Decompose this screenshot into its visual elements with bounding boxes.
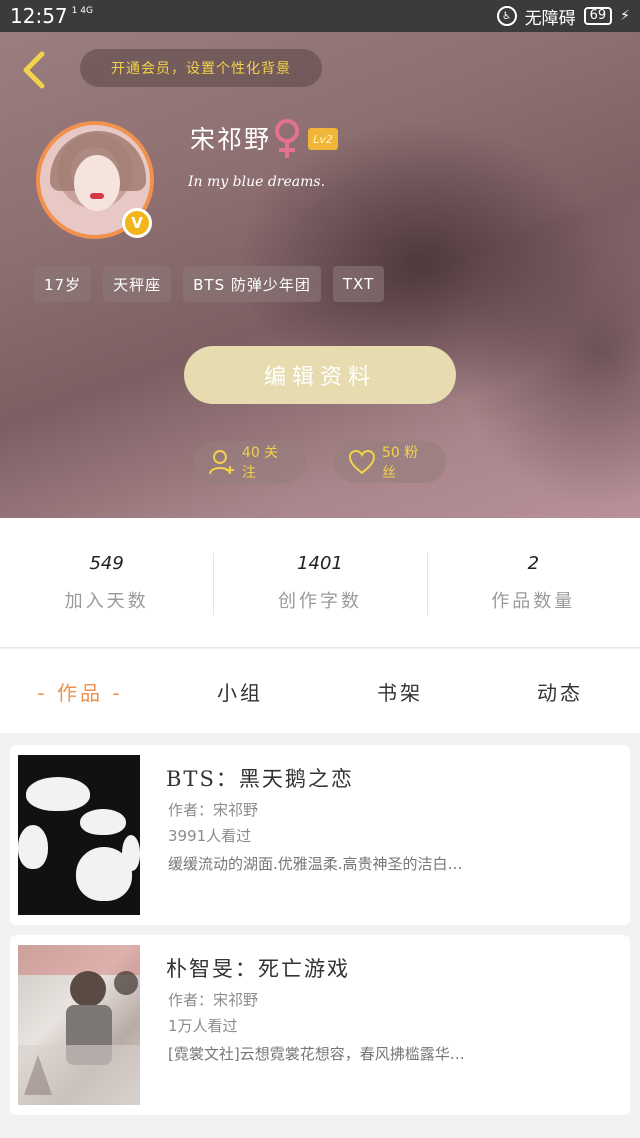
stat-value: 549 — [89, 552, 124, 574]
fans-button[interactable]: 50 粉丝 — [334, 441, 446, 483]
tag-bts: BTS 防弹少年团 — [183, 266, 321, 302]
work-title: 朴智旻：死亡游戏 — [166, 957, 350, 981]
status-right: ♿ 无障碍 69 ⚡ — [496, 4, 630, 29]
charging-icon: ⚡ — [620, 8, 630, 24]
tab-activity[interactable]: 动态 — [480, 677, 640, 706]
tag-txt: TXT — [332, 266, 385, 302]
tag-zodiac: 天秤座 — [103, 266, 172, 302]
back-button[interactable] — [16, 48, 52, 92]
stat-label: 加入天数 — [64, 590, 149, 612]
work-description: 缓缓流动的湖面.优雅温柔.高贵神圣的洁白… — [168, 855, 463, 873]
stat-label: 创作字数 — [277, 590, 362, 612]
status-time: 12:57 — [10, 4, 68, 28]
heart-icon — [348, 450, 375, 475]
bio: In my blue dreams. — [188, 174, 326, 190]
vip-banner-button[interactable]: 开通会员，设置个性化背景 — [80, 49, 322, 87]
verified-badge-icon: V — [122, 208, 152, 238]
work-card[interactable]: 朴智旻：死亡游戏 作者：宋祁野 1万人看过 [霓裳文社]云想霓裳花想容，春风拂槛… — [10, 935, 630, 1115]
work-views: 1万人看过 — [168, 1017, 238, 1035]
battery-icon: 69 — [583, 7, 613, 25]
avatar-lips — [90, 193, 104, 199]
work-cover-image — [18, 945, 140, 1105]
level-badge: Lv2 — [308, 128, 338, 150]
tab-bookshelf[interactable]: 书架 — [320, 677, 480, 706]
tab-works[interactable]: - 作品 - — [0, 677, 160, 706]
username: 宋祁野 — [190, 125, 272, 154]
stat-label: 作品数量 — [491, 590, 576, 612]
following-count: 40 关注 — [241, 445, 279, 481]
following-button[interactable]: 40 关注 — [194, 441, 306, 483]
swan-shape — [26, 777, 90, 811]
work-card[interactable]: BTS：黑天鹅之恋 作者：宋祁野 3991人看过 缓缓流动的湖面.优雅温柔.高贵… — [10, 745, 630, 925]
stats-panel: 549 加入天数 1401 创作字数 2 作品数量 — [0, 518, 640, 648]
avatar-face — [74, 155, 120, 211]
stat-words: 1401 创作字数 — [213, 552, 426, 615]
work-title: BTS：黑天鹅之恋 — [166, 767, 354, 791]
tab-groups[interactable]: 小组 — [160, 677, 320, 706]
stat-value: 2 — [527, 552, 540, 574]
stat-value: 1401 — [297, 552, 343, 574]
add-user-icon — [208, 450, 234, 475]
work-author: 作者：宋祁野 — [168, 991, 259, 1009]
profile-header: 开通会员，设置个性化背景 V 宋祁野 Lv2 In my blue dreams… — [0, 32, 640, 518]
work-views: 3991人看过 — [168, 827, 252, 845]
female-icon — [275, 119, 299, 158]
stat-days: 549 加入天数 — [0, 553, 213, 613]
status-bar: 12:57 1 4G ♿ 无障碍 69 ⚡ — [0, 0, 640, 32]
accessibility-icon: ♿ — [496, 6, 517, 26]
works-list: BTS：黑天鹅之恋 作者：宋祁野 3991人看过 缓缓流动的湖面.优雅温柔.高贵… — [10, 745, 630, 1125]
network-indicator: 1 4G — [71, 6, 93, 16]
fans-count: 50 粉丝 — [381, 445, 419, 481]
work-author: 作者：宋祁野 — [168, 801, 259, 819]
work-description: [霓裳文社]云想霓裳花想容，春风拂槛露华… — [168, 1045, 465, 1063]
swan-shape — [18, 825, 48, 869]
edit-profile-button[interactable]: 编辑资料 — [184, 346, 456, 404]
stat-works: 2 作品数量 — [426, 552, 640, 615]
cover-art — [18, 945, 140, 1105]
swan-shape — [122, 835, 140, 871]
work-cover-image — [18, 755, 140, 915]
tag-age: 17岁 — [34, 266, 92, 302]
accessibility-label: 无障碍 — [524, 8, 576, 29]
tab-bar: - 作品 - 小组 书架 动态 — [0, 649, 640, 733]
swan-shape — [80, 809, 126, 835]
chevron-left-icon — [23, 51, 45, 89]
tag-list: 17岁 天秤座 BTS 防弹少年团 TXT — [34, 266, 385, 302]
